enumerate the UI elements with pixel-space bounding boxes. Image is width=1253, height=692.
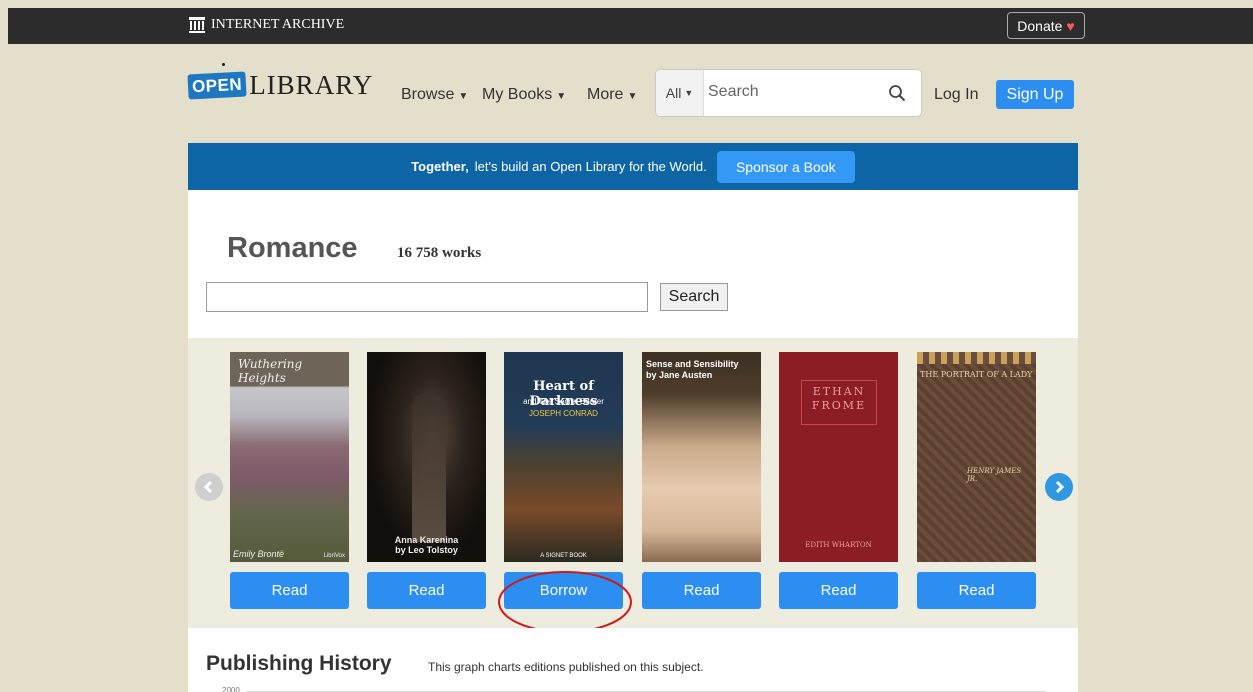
subject-panel: Romance 16 758 works Search (188, 190, 1078, 338)
read-button[interactable]: Read (917, 572, 1036, 609)
book-cover[interactable]: Sense and Sensibility by Jane Austen (642, 352, 761, 562)
cover-title: Anna Karenina (394, 535, 459, 545)
book-cover[interactable]: Heart of Darkness and The Secret Sharer … (504, 352, 623, 562)
donate-button[interactable]: Donate ♥ (1007, 12, 1085, 39)
site-header: OPEN LIBRARY Browse ▼ My Books ▼ More ▼ All… (187, 60, 1078, 130)
cover-author: JOSEPH CONRAD (529, 409, 598, 418)
search-box: All ▼ (655, 69, 922, 117)
book-card: Heart of Darkness and The Secret Sharer … (504, 352, 623, 562)
book-card: ETHAN FROME EDITH WHARTON (779, 352, 898, 562)
book-card: Sense and Sensibility by Jane Austen (642, 352, 761, 562)
cover-title: ETHAN FROME (811, 385, 867, 412)
read-button[interactable]: Read (642, 572, 761, 609)
cover-publisher: A SIGNET BOOK (540, 553, 587, 559)
cover-author: Emily Brontë (233, 549, 285, 559)
internet-archive-bar: INTERNET ARCHIVE Donate ♥ (8, 8, 1253, 44)
donate-label: Donate (1017, 17, 1063, 34)
nav-my-books[interactable]: My Books ▼ (482, 86, 566, 104)
caret-down-icon: ▼ (627, 91, 638, 102)
search-icon[interactable] (888, 84, 906, 102)
book-card: Anna Karenina by Leo Tolstoy (367, 352, 486, 562)
logo-dot (222, 63, 225, 66)
cover-title: Wuthering Heights (238, 357, 303, 385)
borrow-button[interactable]: Borrow (504, 572, 623, 609)
nav-browse-label: Browse (401, 86, 455, 103)
nav-more-label: More (587, 86, 624, 103)
cover-author: by Leo Tolstoy (395, 545, 458, 555)
nav-more[interactable]: More ▼ (587, 86, 637, 104)
book-cover[interactable]: THE PORTRAIT OF A LADY HENRY JAMES JR. (917, 352, 1036, 562)
cover-author: EDITH WHARTON (805, 541, 872, 549)
internet-archive-logo[interactable]: INTERNET ARCHIVE (188, 16, 344, 34)
cover-publisher: LibriVox (323, 553, 345, 559)
caret-down-icon: ▼ (556, 91, 567, 102)
book-cover[interactable]: Wuthering Heights Emily Brontë LibriVox (230, 352, 349, 562)
cover-title: THE PORTRAIT OF A LADY (920, 370, 1033, 379)
sponsor-banner: Together, let's build an Open Library fo… (188, 143, 1078, 190)
archive-building-icon (189, 17, 205, 33)
heart-icon: ♥ (1066, 17, 1075, 34)
signup-button[interactable]: Sign Up (996, 80, 1074, 109)
read-button[interactable]: Read (230, 572, 349, 609)
caret-down-icon: ▼ (458, 91, 469, 102)
cover-author: HENRY JAMES JR. (967, 467, 1022, 483)
chevron-left-icon (203, 480, 213, 494)
banner-bold-text: Together, (411, 159, 469, 174)
cover-border (917, 352, 1036, 364)
book-cover[interactable]: Anna Karenina by Leo Tolstoy (367, 352, 486, 562)
open-library-logo[interactable]: OPEN LIBRARY (187, 63, 374, 101)
book-card: THE PORTRAIT OF A LADY HENRY JAMES JR. (917, 352, 1036, 562)
login-link[interactable]: Log In (934, 86, 978, 104)
publishing-history-subtitle: This graph charts editions published on … (428, 660, 704, 674)
publishing-history-title: Publishing History (206, 652, 392, 675)
read-button[interactable]: Read (779, 572, 898, 609)
search-input[interactable] (708, 83, 868, 101)
subject-search-input[interactable] (206, 282, 648, 312)
carousel-next-button[interactable] (1045, 473, 1073, 501)
works-count: 16 758 works (397, 245, 482, 261)
nav-browse[interactable]: Browse ▼ (401, 86, 468, 104)
caret-down-icon: ▼ (684, 88, 694, 98)
banner-text: let's build an Open Library for the Worl… (474, 159, 707, 174)
sponsor-book-button[interactable]: Sponsor a Book (716, 150, 855, 183)
cover-author: by Jane Austen (646, 370, 713, 380)
logo-open-badge: OPEN (187, 71, 247, 100)
carousel-prev-button[interactable] (195, 473, 223, 501)
book-carousel: Wuthering Heights Emily Brontë LibriVox … (188, 338, 1078, 628)
nav-my-books-label: My Books (482, 86, 553, 103)
book-card: Wuthering Heights Emily Brontë LibriVox (230, 352, 349, 562)
subject-search-button[interactable]: Search (660, 283, 728, 311)
chevron-right-icon (1055, 480, 1065, 494)
cover-title: Sense and Sensibility (646, 359, 739, 369)
cover-figure (412, 392, 446, 542)
search-scope-select[interactable]: All ▼ (656, 70, 704, 116)
read-button[interactable]: Read (367, 572, 486, 609)
logo-library-text: LIBRARY (249, 70, 374, 100)
cover-subtitle: and The Secret Sharer (523, 397, 604, 406)
publishing-history-section: Publishing History This graph charts edi… (188, 628, 1078, 692)
internet-archive-label: INTERNET ARCHIVE (211, 17, 345, 32)
book-cover[interactable]: ETHAN FROME EDITH WHARTON (779, 352, 898, 562)
search-scope-label: All (665, 85, 682, 101)
chart-axis-label: 2000 (222, 686, 240, 692)
page-title: Romance (227, 232, 358, 264)
